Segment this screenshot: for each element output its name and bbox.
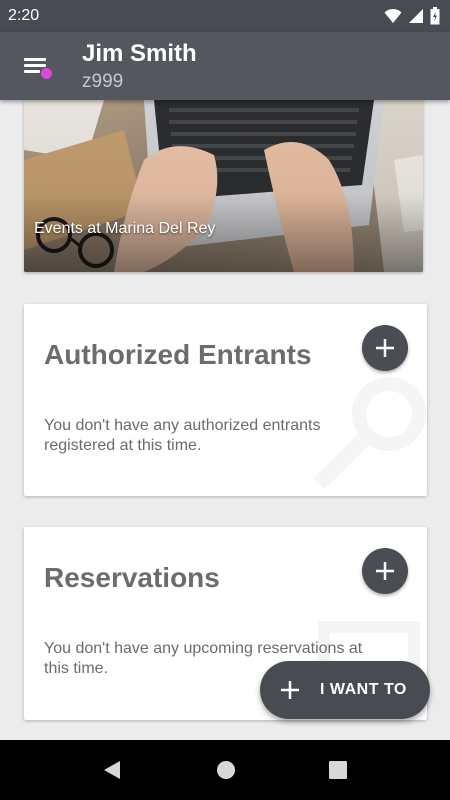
app-bar: Jim Smith z999 [0,32,450,100]
hero-caption: Events at Marina Del Rey [34,220,216,237]
plus-icon [281,681,299,699]
wifi-icon [384,8,402,23]
signal-icon [409,9,423,23]
plus-icon [376,562,394,580]
notification-dot [41,68,52,79]
user-name: Jim Smith [82,40,197,67]
navigation-bar [0,740,450,800]
add-entrant-button[interactable] [362,325,408,371]
plus-icon [376,339,394,357]
menu-button[interactable] [20,52,54,82]
back-icon[interactable] [100,758,124,782]
authorized-entrants-card: Authorized Entrants You don't have any a… [24,304,427,496]
hero-image [24,100,423,272]
battery-icon [430,7,440,25]
reservations-title: Reservations [44,562,220,593]
user-id: z999 [82,71,124,92]
events-banner[interactable]: Events at Marina Del Rey [24,100,423,272]
authorized-entrants-title: Authorized Entrants [44,339,312,370]
status-bar: 2:20 [0,0,450,32]
status-icons [384,7,440,25]
add-reservation-button[interactable] [362,548,408,594]
status-time: 2:20 [8,7,40,24]
home-icon[interactable] [214,758,238,782]
i-want-to-button[interactable]: I WANT TO [260,661,430,719]
recents-icon[interactable] [326,758,350,782]
i-want-to-label: I WANT TO [320,681,407,698]
authorized-entrants-message: You don't have any authorized entrants r… [44,417,321,454]
